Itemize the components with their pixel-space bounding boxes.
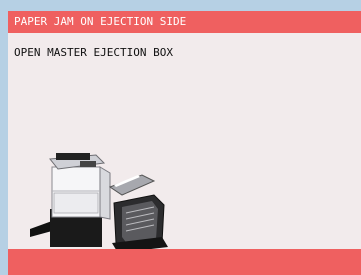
- error-header: PAPER JAM ON EJECTION SIDE: [8, 11, 361, 33]
- floor-plate: [30, 221, 52, 237]
- control-panel: [80, 161, 96, 167]
- footer-bar: [8, 249, 361, 275]
- error-panel: PAPER JAM ON EJECTION SIDE OPEN MASTER E…: [8, 11, 361, 275]
- side-panel: [99, 166, 111, 220]
- error-instruction: OPEN MASTER EJECTION BOX: [14, 46, 173, 59]
- error-title: PAPER JAM ON EJECTION SIDE: [14, 15, 187, 28]
- scanner-top: [56, 153, 90, 160]
- printer-illustration: [30, 153, 168, 253]
